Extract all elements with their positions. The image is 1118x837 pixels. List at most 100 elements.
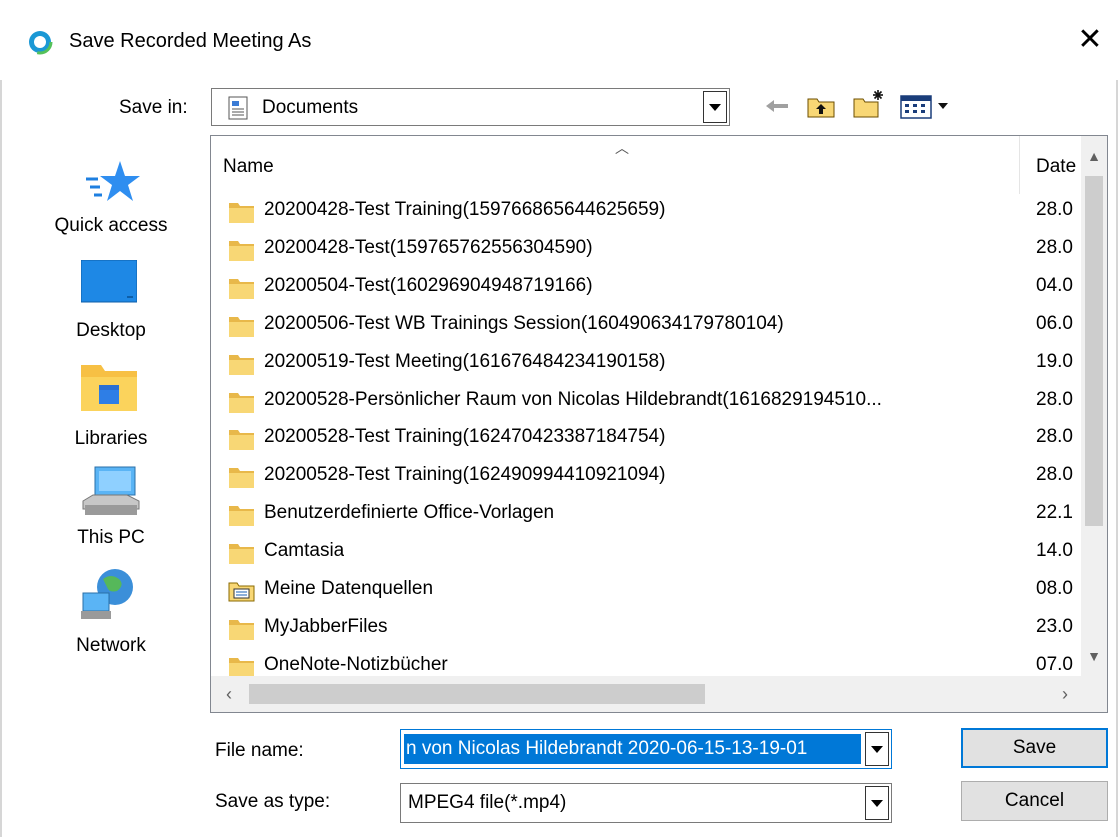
list-item[interactable]: 20200528-Persönlicher Raum von Nicolas H… (223, 384, 1093, 418)
scroll-down-arrow[interactable]: ▼ (1081, 642, 1107, 670)
file-name: 20200428-Test Training(15976686564462565… (264, 199, 666, 220)
file-date: 19.0 (1036, 350, 1073, 372)
save-as-type-label: Save as type: (215, 791, 331, 812)
place-libraries[interactable]: Libraries (26, 363, 196, 453)
file-name-dropdown-arrow[interactable] (865, 732, 889, 766)
save-button[interactable]: Save (961, 728, 1108, 768)
file-date: 22.1 (1036, 502, 1073, 524)
file-name: 20200519-Test Meeting(161676484234190158… (264, 350, 666, 372)
desktop-icon (81, 260, 137, 303)
column-header-date[interactable]: Date (1036, 156, 1080, 178)
folder-icon (229, 392, 254, 413)
file-list[interactable]: ︿ Name Date 20200428-Test Training(15976… (210, 135, 1108, 713)
scroll-right-arrow[interactable]: › (1051, 676, 1079, 712)
chevron-down-icon (871, 745, 883, 753)
scroll-left-arrow[interactable]: ‹ (215, 676, 243, 712)
place-label: This PC (77, 527, 145, 548)
file-name: Benutzerdefinierte Office-Vorlagen (264, 502, 555, 524)
folder-icon (229, 506, 254, 527)
file-name: MyJabberFiles (264, 615, 388, 637)
close-button[interactable]: ✕ (1068, 20, 1112, 60)
save-as-type-value: MPEG4 file(*.mp4) (408, 792, 567, 813)
window-title: Save Recorded Meeting As (69, 30, 312, 52)
this-pc-icon (82, 466, 140, 515)
sort-ascending-icon: ︿ (615, 140, 629, 156)
horizontal-scroll-thumb[interactable] (249, 684, 705, 704)
file-name-input[interactable]: n von Nicolas Hildebrandt 2020-06-15-13-… (404, 734, 861, 764)
new-folder-icon[interactable] (852, 88, 886, 120)
file-name-combobox[interactable]: n von Nicolas Hildebrandt 2020-06-15-13-… (400, 729, 892, 769)
save-in-dropdown[interactable]: Documents (211, 88, 730, 126)
libraries-icon (81, 365, 137, 411)
list-item[interactable]: 20200428-Test(159765762556304590) 28.0 (223, 232, 1093, 266)
vertical-scrollbar[interactable]: ▲ ▼ (1081, 136, 1107, 676)
file-date: 28.0 (1036, 426, 1073, 448)
folder-icon (229, 240, 254, 261)
list-item[interactable]: MyJabberFiles 23.0 (223, 611, 1093, 645)
folder-icon (229, 468, 254, 489)
list-item[interactable]: 20200428-Test Training(15976686564462565… (223, 194, 1093, 228)
title-bar[interactable]: Save Recorded Meeting As ✕ (0, 0, 1118, 80)
places-bar: Quick access Desktop Libraries This PC N… (26, 135, 206, 715)
documents-icon (228, 96, 248, 120)
column-header-name[interactable]: Name (223, 156, 274, 178)
vertical-scroll-thumb[interactable] (1085, 176, 1103, 526)
folder-icon (229, 278, 254, 299)
scrollbar-corner (1081, 676, 1107, 712)
list-item[interactable]: 20200528-Test Training(16247042338718475… (223, 421, 1093, 455)
save-as-type-dropdown-arrow[interactable] (865, 786, 889, 820)
file-name: 20200528-Persönlicher Raum von Nicolas H… (264, 388, 882, 410)
save-as-type-dropdown[interactable]: MPEG4 file(*.mp4) (400, 783, 892, 823)
chevron-down-icon (871, 799, 883, 807)
folder-icon (229, 354, 254, 375)
network-icon (81, 569, 133, 619)
list-item[interactable]: 20200504-Test(160296904948719166) 04.0 (223, 270, 1093, 304)
place-label: Quick access (54, 215, 168, 236)
file-name: 20200428-Test(159765762556304590) (264, 236, 593, 258)
file-name: 20200506-Test WB Trainings Session(16049… (264, 312, 784, 334)
folder-icon (229, 619, 254, 640)
place-quick-access[interactable]: Quick access (26, 155, 196, 240)
cancel-button[interactable]: Cancel (961, 781, 1108, 821)
file-date: 04.0 (1036, 274, 1073, 296)
list-item[interactable]: Meine Datenquellen 08.0 (223, 573, 1093, 607)
folder-icon (229, 203, 254, 223)
place-label: Libraries (74, 428, 148, 449)
chevron-down-icon (709, 103, 721, 111)
file-name: 20200528-Test Training(16247042338718475… (264, 426, 666, 448)
file-name: 20200528-Test Training(16249099441092109… (264, 464, 666, 486)
column-separator[interactable] (1019, 136, 1020, 194)
folder-icon (229, 544, 254, 565)
window-left-border (0, 0, 2, 837)
place-label: Network (76, 635, 146, 656)
save-in-label: Save in: (119, 97, 188, 118)
list-item[interactable]: 20200506-Test WB Trainings Session(16049… (223, 308, 1093, 342)
folder-icon (229, 430, 254, 451)
file-date: 28.0 (1036, 388, 1073, 410)
save-in-dropdown-arrow[interactable] (703, 91, 727, 123)
folder-icon (229, 316, 254, 337)
place-label: Desktop (76, 320, 146, 341)
scroll-up-arrow[interactable]: ▲ (1081, 142, 1107, 170)
place-this-pc[interactable]: This PC (26, 465, 196, 555)
file-date: 14.0 (1036, 540, 1073, 562)
place-network[interactable]: Network (26, 567, 196, 657)
data-sources-folder-icon (228, 582, 255, 602)
file-date: 28.0 (1036, 199, 1073, 220)
app-icon (27, 29, 53, 55)
up-folder-icon[interactable] (806, 93, 836, 119)
save-in-value: Documents (262, 97, 359, 118)
list-item[interactable]: Benutzerdefinierte Office-Vorlagen 22.1 (223, 497, 1093, 531)
list-item[interactable]: 20200519-Test Meeting(161676484234190158… (223, 346, 1093, 380)
list-item[interactable]: Camtasia 14.0 (223, 535, 1093, 569)
place-desktop[interactable]: Desktop (26, 260, 196, 350)
file-date: 06.0 (1036, 312, 1073, 334)
file-name-label: File name: (215, 740, 304, 761)
file-date: 28.0 (1036, 236, 1073, 258)
file-date: 23.0 (1036, 615, 1073, 637)
horizontal-scrollbar[interactable]: ‹ › (211, 676, 1081, 712)
list-item[interactable]: 20200528-Test Training(16249099441092109… (223, 459, 1093, 493)
back-arrow-icon[interactable] (764, 98, 790, 114)
view-menu-icon[interactable] (900, 94, 952, 120)
file-name: 20200504-Test(160296904948719166) (264, 274, 593, 296)
